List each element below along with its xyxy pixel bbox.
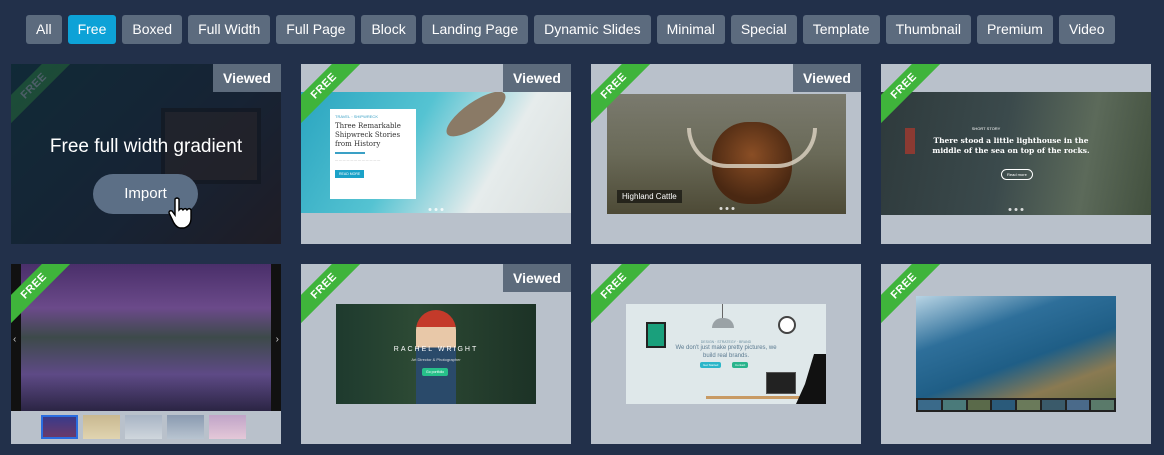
template-thumbnail: Highland Cattle [607, 94, 846, 214]
article-headline: Three Remarkable Shipwreck Stories from … [335, 122, 401, 149]
viewed-badge: Viewed [503, 264, 571, 292]
filter-dynamic-slides[interactable]: Dynamic Slides [534, 15, 651, 44]
filter-premium[interactable]: Premium [976, 15, 1053, 44]
article-kicker: TRAVEL ◦ SHIPWRECK [335, 114, 378, 119]
filter-minimal[interactable]: Minimal [656, 15, 725, 44]
agency-headline: We don't just make pretty pictures, we b… [675, 345, 777, 359]
template-card-photographer[interactable]: RACHEL WRIGHT Art Director & Photographe… [301, 264, 571, 444]
filter-all[interactable]: All [26, 15, 62, 44]
template-card-lake[interactable]: ‹ › FREE [11, 264, 281, 444]
template-card-cattle[interactable]: Highland Cattle FREE Viewed [591, 64, 861, 244]
agency-start-button[interactable]: Get Started [700, 362, 722, 368]
template-card-lighthouse[interactable]: SHORT STORY There stood a little lightho… [881, 64, 1151, 244]
strip-thumb[interactable] [83, 415, 120, 439]
template-thumbnail [916, 296, 1116, 412]
filter-video[interactable]: Video [1058, 15, 1115, 44]
portfolio-button[interactable]: Go portfolio [422, 368, 449, 376]
template-card-coast[interactable]: FREE [881, 264, 1151, 444]
agency-contact-button[interactable]: Contact [732, 362, 749, 368]
viewed-badge: Viewed [793, 64, 861, 92]
filter-full-page[interactable]: Full Page [276, 15, 356, 44]
article-box: TRAVEL ◦ SHIPWRECK Three Remarkable Ship… [330, 109, 416, 199]
filter-full-width[interactable]: Full Width [188, 15, 271, 44]
template-card-shipwreck[interactable]: TRAVEL ◦ SHIPWRECK Three Remarkable Ship… [301, 64, 571, 244]
filter-boxed[interactable]: Boxed [122, 15, 183, 44]
template-thumbnail: ‹ › [11, 264, 281, 411]
cursor-hand-icon [168, 197, 192, 229]
strip-thumb[interactable] [41, 415, 78, 439]
story-button[interactable]: Read more [1001, 169, 1033, 180]
portfolio-name: RACHEL WRIGHT [393, 346, 479, 353]
story-headline: There stood a little lighthouse in the m… [932, 136, 1090, 156]
viewed-badge: Viewed [213, 64, 281, 92]
agency-kicker: DESIGN · STRATEGY · BRAND [700, 340, 752, 344]
filter-landing-page[interactable]: Landing Page [421, 15, 529, 44]
chevron-right-icon[interactable]: › [276, 334, 279, 345]
filter-thumbnail[interactable]: Thumbnail [885, 15, 971, 44]
strip-thumb[interactable] [125, 415, 162, 439]
template-card-agency[interactable]: DESIGN · STRATEGY · BRAND We don't just … [591, 264, 861, 444]
hover-title: Free full width gradient [49, 136, 243, 157]
filter-free[interactable]: Free [67, 15, 117, 44]
story-kicker: SHORT STORY [971, 126, 1001, 131]
article-button[interactable]: READ MORE [335, 170, 365, 179]
template-thumbnail: DESIGN · STRATEGY · BRAND We don't just … [626, 304, 826, 404]
template-thumbnail: RACHEL WRIGHT Art Director & Photographe… [336, 304, 536, 404]
portfolio-role: Art Director & Photographer [411, 357, 461, 362]
filter-template[interactable]: Template [802, 15, 880, 44]
viewed-badge: Viewed [503, 64, 571, 92]
chevron-left-icon[interactable]: ‹ [13, 334, 16, 345]
strip-thumb[interactable] [167, 415, 204, 439]
template-thumbnail: SHORT STORY There stood a little lightho… [881, 92, 1151, 215]
filter-special[interactable]: Special [730, 15, 797, 44]
filter-bar: All Free Boxed Full Width Full Page Block Land… [26, 15, 1115, 44]
slide-caption: Highland Cattle [617, 190, 682, 203]
template-card-gradient[interactable]: FREE Viewed Free full width gradient Imp… [11, 64, 281, 244]
filter-block[interactable]: Block [361, 15, 416, 44]
thumbnail-strip [41, 415, 246, 439]
strip-thumb[interactable] [209, 415, 246, 439]
